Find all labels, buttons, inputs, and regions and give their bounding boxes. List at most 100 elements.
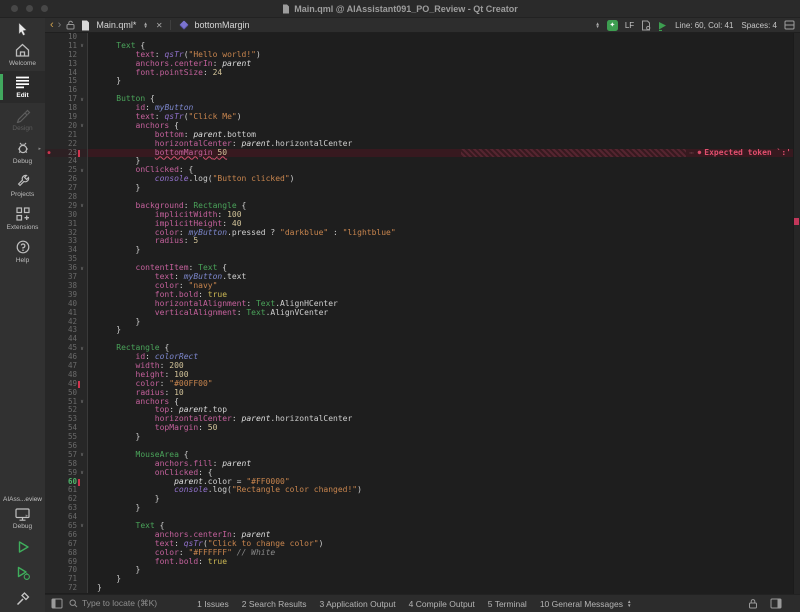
pane-button-10-general-messages[interactable]: 10 General Messages bbox=[540, 599, 623, 609]
gutter[interactable]: 44 bbox=[45, 335, 88, 344]
code-text[interactable]: radius: 5 bbox=[88, 237, 793, 246]
fold-marker-icon[interactable]: ∨ bbox=[77, 399, 87, 405]
code-text[interactable]: width: 200 bbox=[88, 362, 793, 371]
code-text[interactable] bbox=[88, 335, 793, 344]
code-line[interactable]: 34 } bbox=[45, 246, 793, 255]
gutter[interactable]: 64 bbox=[45, 513, 88, 522]
gutter[interactable]: 56 bbox=[45, 442, 88, 451]
code-text[interactable]: } bbox=[88, 504, 793, 513]
gutter[interactable]: 46 bbox=[45, 353, 88, 362]
gutter[interactable]: 24 bbox=[45, 157, 88, 166]
code-text[interactable]: text: qsTr("Click Me") bbox=[88, 113, 793, 122]
fold-marker-icon[interactable]: ∨ bbox=[77, 168, 87, 174]
gutter[interactable]: 48 bbox=[45, 371, 88, 380]
fold-marker-icon[interactable]: ∨ bbox=[77, 452, 87, 458]
gutter[interactable]: 66 bbox=[45, 531, 88, 540]
code-text[interactable] bbox=[88, 513, 793, 522]
gutter[interactable]: 67 bbox=[45, 540, 88, 549]
code-line[interactable]: 15 } bbox=[45, 77, 793, 86]
gutter[interactable]: 42 bbox=[45, 318, 88, 327]
fold-marker-icon[interactable]: ∨ bbox=[77, 523, 87, 529]
pane-button-4-compile-output[interactable]: 4 Compile Output bbox=[409, 599, 475, 609]
code-text[interactable]: } bbox=[88, 246, 793, 255]
code-text[interactable]: verticalAlignment: Text.AlignVCenter bbox=[88, 309, 793, 318]
gutter[interactable]: 45∨ bbox=[45, 344, 88, 353]
code-text[interactable]: topMargin: 50 bbox=[88, 424, 793, 433]
gutter[interactable]: 25∨ bbox=[45, 166, 88, 175]
gutter[interactable]: 63 bbox=[45, 504, 88, 513]
fold-marker-icon[interactable]: ∨ bbox=[77, 470, 87, 476]
close-window-button[interactable] bbox=[11, 5, 18, 12]
gutter[interactable]: 17∨ bbox=[45, 95, 88, 104]
code-line[interactable]: 72} bbox=[45, 584, 793, 593]
code-line[interactable]: 10 bbox=[45, 33, 793, 42]
gutter[interactable]: 16 bbox=[45, 86, 88, 95]
code-line[interactable]: 63 } bbox=[45, 504, 793, 513]
gutter[interactable]: 49 bbox=[45, 380, 88, 389]
gutter[interactable]: 33 bbox=[45, 237, 88, 246]
minimize-window-button[interactable] bbox=[26, 5, 33, 12]
code-text[interactable]: radius: 10 bbox=[88, 389, 793, 398]
gutter[interactable]: 40 bbox=[45, 300, 88, 309]
gutter[interactable]: 27 bbox=[45, 184, 88, 193]
fold-marker-icon[interactable]: ∨ bbox=[77, 97, 87, 103]
gutter[interactable]: 11∨ bbox=[45, 42, 88, 51]
code-text[interactable] bbox=[88, 442, 793, 451]
gutter[interactable]: 71 bbox=[45, 575, 88, 584]
code-line[interactable]: 54 topMargin: 50 bbox=[45, 424, 793, 433]
gutter[interactable]: 38 bbox=[45, 282, 88, 291]
code-line[interactable]: 69 font.bold: true bbox=[45, 558, 793, 567]
code-text[interactable]: } bbox=[88, 433, 793, 442]
build-button[interactable] bbox=[15, 586, 31, 612]
code-line[interactable]: 71 } bbox=[45, 575, 793, 584]
code-line[interactable]: 33 radius: 5 bbox=[45, 237, 793, 246]
run-button[interactable] bbox=[15, 534, 31, 560]
gutter[interactable]: 26 bbox=[45, 175, 88, 184]
symbol-selector-dropdown[interactable]: bottomMargin bbox=[195, 20, 250, 30]
code-line[interactable]: 26 console.log("Button clicked") bbox=[45, 175, 793, 184]
gutter[interactable]: 50 bbox=[45, 389, 88, 398]
gutter[interactable]: 61 bbox=[45, 486, 88, 495]
zoom-window-button[interactable] bbox=[41, 5, 48, 12]
gutter[interactable]: 19 bbox=[45, 113, 88, 122]
gutter[interactable]: 41 bbox=[45, 309, 88, 318]
pane-button-5-terminal[interactable]: 5 Terminal bbox=[488, 599, 527, 609]
code-text[interactable]: bottomMargin 50⋯●Expected token `:' bbox=[88, 149, 793, 158]
gutter[interactable]: 54 bbox=[45, 424, 88, 433]
sidebar-item-welcome[interactable]: Welcome bbox=[0, 38, 45, 71]
gutter[interactable]: 52 bbox=[45, 406, 88, 415]
code-text[interactable]: } bbox=[88, 566, 793, 575]
code-line[interactable]: 43 } bbox=[45, 326, 793, 335]
code-text[interactable] bbox=[88, 86, 793, 95]
gutter[interactable]: 43 bbox=[45, 326, 88, 335]
code-line[interactable]: 41 verticalAlignment: Text.AlignVCenter bbox=[45, 309, 793, 318]
gutter[interactable]: 51∨ bbox=[45, 398, 88, 407]
lock-panes-icon[interactable] bbox=[748, 598, 758, 609]
sidebar-item-debug[interactable]: Debug▸ bbox=[0, 136, 45, 169]
code-text[interactable]: } bbox=[88, 157, 793, 166]
pane-stepper[interactable]: ▲▼ bbox=[627, 600, 631, 607]
code-text[interactable]: font.pointSize: 24 bbox=[88, 69, 793, 78]
sidebar-item-design[interactable]: Design bbox=[0, 103, 45, 136]
fold-marker-icon[interactable]: ∨ bbox=[77, 346, 87, 352]
gutter[interactable]: 28 bbox=[45, 193, 88, 202]
fold-marker-icon[interactable]: ∨ bbox=[77, 266, 87, 272]
toggle-right-sidebar-button[interactable] bbox=[770, 598, 782, 609]
fold-marker-icon[interactable]: ∨ bbox=[77, 203, 87, 209]
gutter[interactable]: 20∨ bbox=[45, 122, 88, 131]
code-line[interactable]: 14 font.pointSize: 24 bbox=[45, 69, 793, 78]
fold-marker-icon[interactable]: ∨ bbox=[77, 123, 87, 129]
pane-button-1-issues[interactable]: 1 Issues bbox=[197, 599, 229, 609]
gutter[interactable]: 39 bbox=[45, 291, 88, 300]
code-text[interactable]: } bbox=[88, 77, 793, 86]
code-text[interactable]: } bbox=[88, 575, 793, 584]
gutter[interactable]: 57∨ bbox=[45, 451, 88, 460]
close-document-button[interactable]: ✕ bbox=[156, 21, 163, 30]
line-ending-indicator[interactable]: LF bbox=[625, 21, 634, 30]
analyze-indicator-icon[interactable] bbox=[657, 20, 668, 31]
symbol-stepper[interactable]: ▲▼ bbox=[595, 22, 599, 29]
gutter[interactable]: 35 bbox=[45, 255, 88, 264]
indentation-indicator[interactable]: Spaces: 4 bbox=[741, 21, 777, 30]
gutter[interactable]: 72 bbox=[45, 584, 88, 593]
debug-run-button[interactable] bbox=[15, 560, 31, 586]
